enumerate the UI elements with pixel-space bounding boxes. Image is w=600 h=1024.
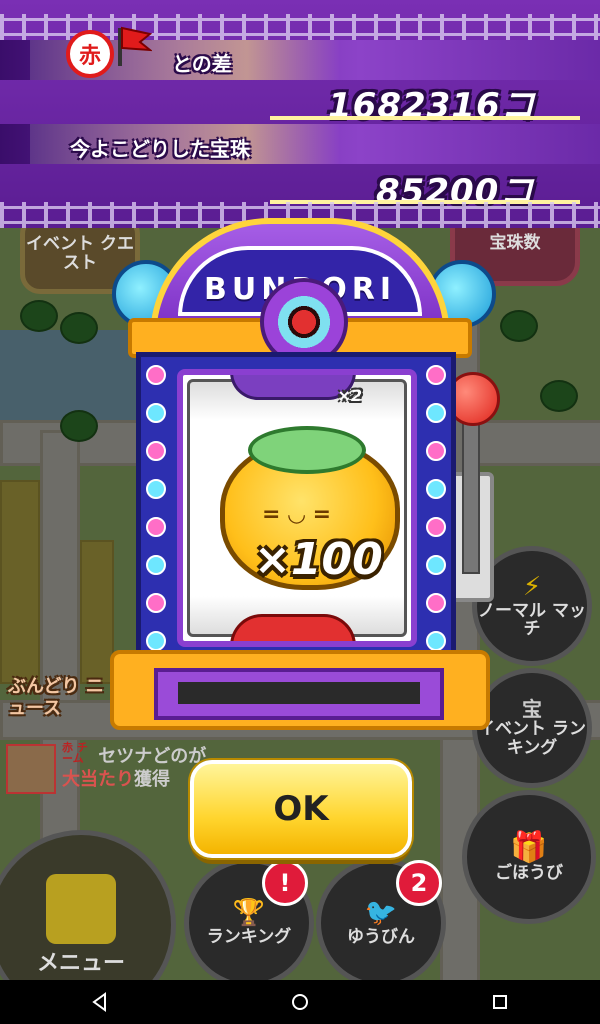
reel: ×2 = ◡ = ×100	[187, 375, 407, 641]
coin-tray	[154, 668, 444, 720]
red-flag-icon	[118, 26, 152, 66]
bird-icon: 🐦	[364, 898, 398, 929]
center-multiplier: ×100	[254, 534, 383, 585]
yokai-face: = ◡ =	[262, 502, 332, 527]
player-avatar	[6, 744, 56, 794]
system-nav-bar	[0, 980, 600, 1024]
trophy-icon: 🏆	[232, 898, 266, 929]
reel-window: ×2 = ◡ = ×100	[177, 369, 417, 647]
taken-label: 今よこどりした宝珠	[70, 137, 250, 161]
game-screen: イベント クエスト 宝珠数 ⚡ ノーマル マッチ 宝 イベント ランキング 🎁 …	[0, 0, 600, 980]
diff-label: との差	[172, 52, 232, 76]
result-banner: 赤 との差 1682316コ 今よこどりした宝珠 85200コ	[0, 0, 600, 228]
ok-button[interactable]: OK	[190, 760, 412, 858]
persimmon-leaf	[248, 426, 366, 474]
slot-machine: BUNDORI ×2	[110, 210, 500, 750]
normal-match-label: ノーマル マッチ	[478, 600, 586, 640]
left-bulbs	[145, 365, 167, 669]
home-button[interactable]	[280, 982, 320, 1022]
right-bulbs	[425, 365, 447, 669]
treasure-icon: 宝	[522, 697, 542, 722]
menu-icon	[46, 873, 116, 944]
event-ranking-label: イベント ランキング	[478, 719, 586, 758]
news-highlight: 大当たり	[62, 769, 134, 791]
back-button[interactable]	[80, 982, 120, 1022]
recents-button[interactable]	[480, 982, 520, 1022]
gift-icon: 🎁	[510, 830, 548, 866]
team-badge: 赤 チーム	[62, 741, 88, 765]
reward-button[interactable]: 🎁 ごほうび	[462, 790, 596, 924]
home-icon	[292, 994, 308, 1010]
back-icon	[92, 992, 106, 1012]
event-ranking-button[interactable]: 宝 イベント ランキング	[472, 668, 592, 788]
houju-label: 宝珠数	[489, 232, 541, 253]
recents-icon	[493, 995, 507, 1009]
reel-frame: ×2 = ◡ = ×100	[136, 352, 456, 662]
ranking-label: ランキング	[206, 926, 292, 947]
lever-rod	[462, 400, 480, 574]
news-line2: 獲得	[134, 769, 170, 791]
mail-count-badge: 2	[396, 860, 442, 906]
top-reel-multiplier: ×2	[337, 386, 362, 405]
red-team-badge: 赤	[66, 30, 114, 78]
mail-label: ゆうびん	[347, 926, 415, 947]
bottom-reel-symbol	[230, 614, 356, 641]
bundori-news-label: ぶんどり ニュース	[8, 676, 104, 719]
menu-label: メニュー	[36, 950, 125, 976]
ranking-alert-badge: !	[262, 860, 308, 906]
diff-underline	[270, 116, 580, 120]
coin-slot	[178, 682, 420, 704]
lightning-icon: ⚡	[522, 572, 542, 603]
reward-label: ごほうび	[495, 863, 563, 884]
